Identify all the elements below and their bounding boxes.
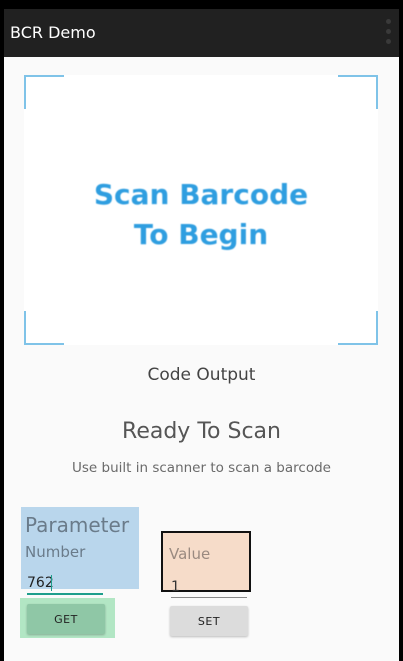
scan-hint-text: Use built in scanner to scan a barcode: [72, 460, 331, 476]
scan-frame-corner-bottom-left: [24, 311, 64, 345]
app-screen: BCR Demo Scan Barcode To Begin Code Outp…: [4, 9, 399, 661]
scan-preview-area[interactable]: Scan Barcode To Begin: [24, 75, 378, 345]
number-label: Number: [25, 543, 86, 561]
scan-prompt-line-2: To Begin: [133, 218, 269, 251]
set-button[interactable]: SET: [170, 606, 248, 636]
scan-status-text: Ready To Scan: [122, 419, 281, 444]
value-label: Value: [169, 545, 211, 563]
text-cursor: [51, 575, 52, 591]
app-title: BCR Demo: [10, 23, 96, 42]
scan-prompt: Scan Barcode To Begin: [24, 175, 378, 255]
app-bar: BCR Demo: [4, 9, 399, 57]
get-button[interactable]: GET: [27, 604, 105, 634]
scan-prompt-line-1: Scan Barcode: [93, 178, 309, 211]
value-input[interactable]: [171, 577, 247, 598]
overflow-menu-icon[interactable]: [386, 19, 392, 47]
scan-frame-corner-top-right: [338, 75, 378, 109]
parameter-panel: Parameter Number: [21, 507, 139, 595]
scan-frame-corner-top-left: [24, 75, 64, 109]
parameter-title: Parameter: [25, 513, 130, 537]
scan-frame-corner-bottom-right: [338, 311, 378, 345]
code-output-label: Code Output: [147, 365, 256, 385]
parameter-number-input[interactable]: [27, 573, 103, 595]
